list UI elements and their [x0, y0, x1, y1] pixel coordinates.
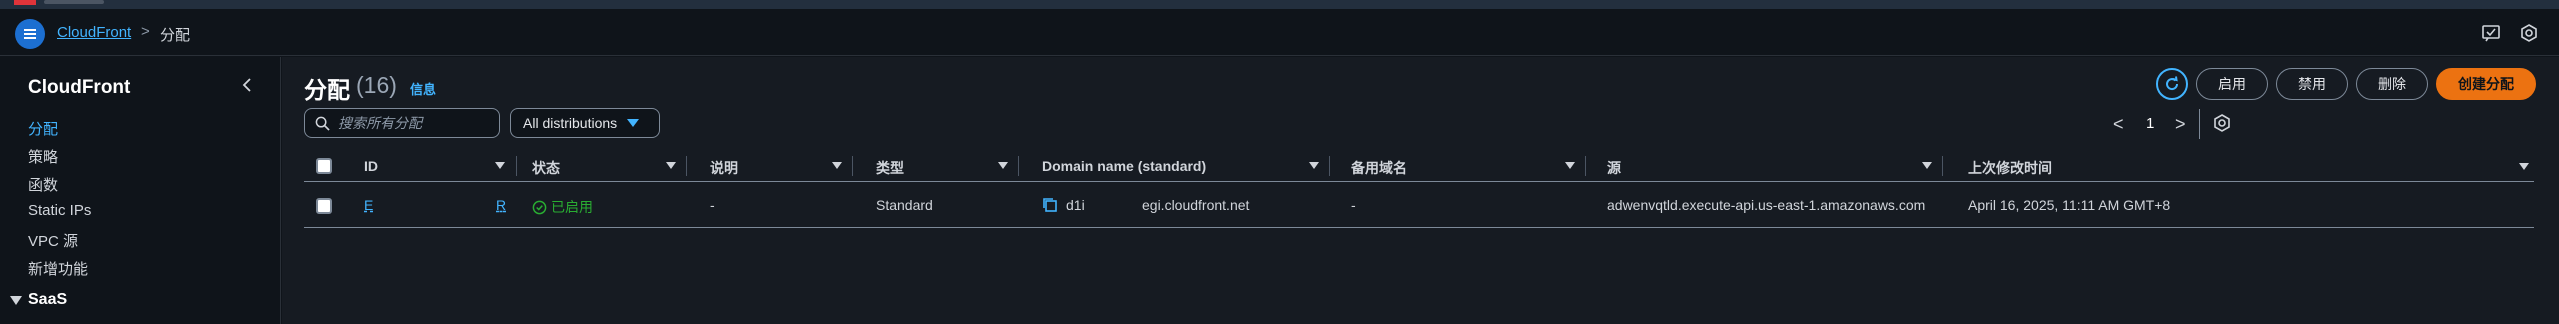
sort-icon[interactable]: [998, 162, 1008, 170]
disable-button[interactable]: 禁用: [2276, 68, 2348, 100]
refresh-button[interactable]: [2156, 68, 2188, 100]
column-header-type[interactable]: 类型: [876, 158, 904, 178]
table-row: E R 已启用 - Standard d1i egi.cloudfront.ne…: [304, 185, 2534, 228]
search-input[interactable]: [338, 115, 488, 131]
distribution-filter-select[interactable]: All distributions: [510, 108, 660, 138]
sidebar-item-vpc-origins[interactable]: VPC 源: [28, 230, 78, 251]
column-divider[interactable]: [852, 156, 853, 176]
distribution-count: (16): [356, 72, 397, 98]
close-sidebar-chevron-icon[interactable]: [238, 75, 258, 95]
sidebar-title: CloudFront: [28, 77, 131, 98]
hamburger-icon: [24, 29, 36, 39]
column-divider[interactable]: [1018, 156, 1019, 176]
sidebar-item-static-ips[interactable]: Static IPs: [28, 202, 91, 219]
column-divider[interactable]: [1942, 156, 1943, 176]
sort-icon[interactable]: [1565, 162, 1575, 170]
column-header-status[interactable]: 状态: [532, 158, 560, 178]
breadcrumb-current: 分配: [160, 27, 191, 44]
table-header: ID 状态 说明 类型 Domain name (standard) 备用域名 …: [304, 152, 2534, 182]
sort-descending-icon[interactable]: [2519, 163, 2529, 170]
previous-page-button[interactable]: <: [2113, 114, 2124, 135]
sort-icon[interactable]: [495, 162, 505, 170]
description-cell: -: [710, 197, 715, 213]
search-icon: [315, 116, 330, 131]
column-divider[interactable]: [686, 156, 687, 176]
domain-name-start: d1i: [1066, 197, 1085, 213]
copy-icon[interactable]: [1042, 197, 1058, 213]
caret-down-icon: [627, 119, 640, 127]
sort-icon[interactable]: [666, 162, 676, 170]
status-cell: 已启用: [532, 197, 593, 217]
sort-icon[interactable]: [1309, 162, 1319, 170]
sidebar-item-policies[interactable]: 策略: [28, 146, 58, 167]
sidebar-item-distributions[interactable]: 分配: [28, 118, 58, 139]
type-cell: Standard: [876, 197, 933, 213]
aws-logo[interactable]: [14, 0, 36, 5]
page-title: 分配: [304, 77, 350, 103]
preferences-gear-icon[interactable]: [2519, 23, 2539, 43]
table-settings-gear-icon[interactable]: [2212, 113, 2232, 133]
create-distribution-button[interactable]: 创建分配: [2436, 68, 2536, 100]
column-header-id[interactable]: ID: [364, 158, 378, 174]
sidebar-section-saas[interactable]: SaaS: [10, 291, 67, 309]
current-page-number[interactable]: 1: [2146, 115, 2154, 132]
select-all-checkbox[interactable]: [316, 158, 332, 174]
caret-down-icon: [10, 295, 22, 305]
delete-button[interactable]: 删除: [2356, 68, 2428, 100]
distributions-panel: 分配 (16) 信息 All distributions 启用 禁用 删除 创建…: [282, 57, 2559, 324]
sidebar-section-label: SaaS: [28, 291, 68, 308]
search-field[interactable]: [304, 108, 500, 138]
refresh-icon: [2166, 76, 2179, 91]
enable-button[interactable]: 启用: [2196, 68, 2268, 100]
side-navigation: CloudFront 分配 策略 函数 Static IPs VPC 源 新增功…: [0, 57, 281, 324]
breadcrumb-separator: >: [141, 23, 150, 40]
feedback-icon[interactable]: [2481, 23, 2501, 43]
pagination-divider: [2199, 109, 2200, 139]
status-text: 已启用: [551, 199, 593, 215]
info-link[interactable]: 信息: [410, 79, 436, 98]
top-nav-obscured: [44, 0, 104, 4]
domain-name-end: egi.cloudfront.net: [1142, 197, 1250, 213]
breadcrumb-bar: CloudFront > 分配: [0, 9, 2559, 56]
filter-selected-value: All distributions: [523, 115, 618, 131]
column-divider[interactable]: [1329, 156, 1330, 176]
origin-cell: adwenvqtld.execute-api.us-east-1.amazona…: [1607, 197, 1926, 213]
sidebar-item-whats-new[interactable]: 新增功能: [28, 258, 88, 279]
column-header-description[interactable]: 说明: [710, 158, 738, 178]
sort-icon[interactable]: [1922, 162, 1932, 170]
sidebar-item-functions[interactable]: 函数: [28, 174, 58, 195]
success-check-icon: [532, 200, 547, 214]
last-modified-cell: April 16, 2025, 11:11 AM GMT+8: [1968, 197, 2171, 213]
column-divider[interactable]: [516, 156, 517, 176]
column-header-last-modified[interactable]: 上次修改时间: [1968, 158, 2052, 178]
column-divider[interactable]: [1585, 156, 1586, 176]
breadcrumb-cloudfront-link[interactable]: CloudFront: [57, 24, 131, 41]
distribution-id-link[interactable]: E: [364, 197, 373, 213]
distribution-id-link-end[interactable]: R: [496, 197, 506, 213]
menu-toggle-button[interactable]: [15, 19, 45, 49]
row-select-checkbox[interactable]: [316, 198, 332, 214]
column-header-origin[interactable]: 源: [1607, 158, 1621, 178]
sort-icon[interactable]: [832, 162, 842, 170]
console-top-strip: [0, 0, 2559, 9]
next-page-button[interactable]: >: [2175, 114, 2186, 135]
column-header-alternate-domain[interactable]: 备用域名: [1351, 158, 1407, 178]
column-header-domain-name[interactable]: Domain name (standard): [1042, 158, 1206, 174]
alternate-domain-cell: -: [1351, 197, 1356, 213]
